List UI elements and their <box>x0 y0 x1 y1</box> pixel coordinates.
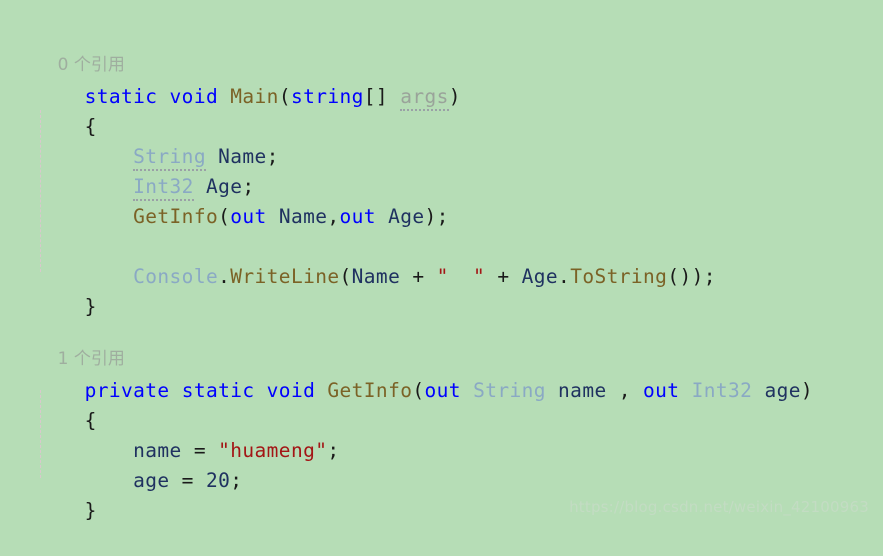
codelens-main-references[interactable]: 0 个引用 <box>0 26 883 75</box>
code-line-assign-age[interactable]: age = 20; <box>0 436 883 492</box>
argument-name: Name <box>278 205 328 228</box>
keyword-out: out <box>339 205 376 228</box>
code-line-main-signature[interactable]: static void Main(string[] args) <box>0 52 883 111</box>
watermark-url: https://blog.csdn.net/weixin_42100963 <box>569 498 869 516</box>
brace-close: } <box>84 499 97 522</box>
keyword-out: out <box>230 205 267 228</box>
code-line-getinfo-signature[interactable]: private static void GetInfo(out String n… <box>0 346 883 402</box>
paren-open: ( <box>218 205 231 228</box>
code-line-declare-name[interactable]: String Name; <box>0 112 883 171</box>
code-line-declare-age[interactable]: Int32 Age; <box>0 142 883 201</box>
semicolon: ; <box>436 205 449 228</box>
comma: , <box>327 205 340 228</box>
code-line-call-getinfo[interactable]: GetInfo(out Name,out Age); <box>0 172 883 228</box>
code-line-assign-name[interactable]: name = "huameng"; <box>0 406 883 462</box>
code-editor-surface[interactable]: 0 个引用 static void Main(string[] args) { … <box>0 0 883 524</box>
paren-close: ) <box>424 205 437 228</box>
method-name-getinfo: GetInfo <box>133 205 219 228</box>
codelens-getinfo-references[interactable]: 1 个引用 <box>0 320 883 369</box>
brace-close: } <box>84 295 97 318</box>
code-line-console-writeline[interactable]: Console.WriteLine(Name + " " + Age.ToStr… <box>0 232 883 288</box>
argument-age: Age <box>388 205 425 228</box>
code-line-main-open-brace[interactable]: { <box>0 82 883 138</box>
code-line-getinfo-close-brace[interactable]: } <box>0 466 883 522</box>
code-line-main-close-brace[interactable]: } <box>0 262 883 318</box>
code-line-getinfo-open-brace[interactable]: { <box>0 376 883 432</box>
